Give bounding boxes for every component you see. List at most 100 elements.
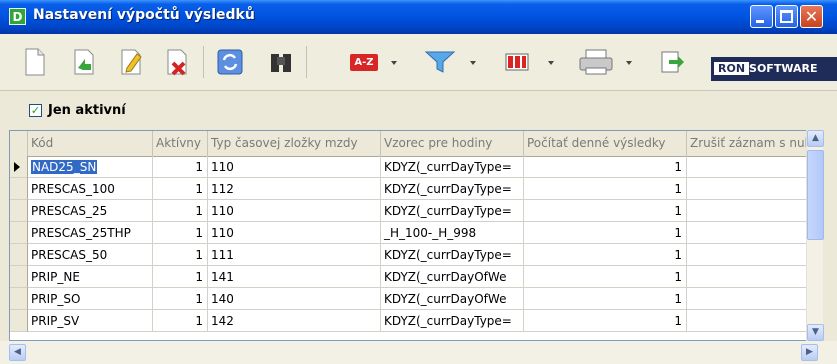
cell-typ[interactable]: 140 <box>208 288 381 310</box>
cell-pocitat[interactable]: 1 <box>524 266 687 288</box>
cell-aktivny[interactable]: 1 <box>153 178 208 200</box>
refresh-button[interactable] <box>213 44 247 80</box>
table-row[interactable]: PRIP_NE 1 141 KDYZ(_currDayOfWe 1 <box>10 266 816 288</box>
cell-zrusit[interactable] <box>687 200 816 222</box>
edit-button[interactable] <box>117 44 147 80</box>
cell-zrusit[interactable] <box>687 310 816 332</box>
cell-kod[interactable]: PRESCAS_25 <box>28 200 153 222</box>
cell-kod[interactable]: PRIP_SO <box>28 288 153 310</box>
export-button[interactable] <box>656 44 686 80</box>
cell-pocitat[interactable]: 1 <box>524 200 687 222</box>
columns-dropdown-arrow[interactable] <box>548 61 554 65</box>
cell-zrusit[interactable] <box>687 178 816 200</box>
cell-aktivny[interactable]: 1 <box>153 266 208 288</box>
table-row[interactable]: PRESCAS_50 1 111 KDYZ(_currDayType= 1 <box>10 244 816 266</box>
table-row[interactable]: PRESCAS_25 1 110 KDYZ(_currDayType= 1 <box>10 200 816 222</box>
scroll-left-button[interactable]: ◀ <box>9 344 26 361</box>
current-row-arrow-icon <box>14 162 20 172</box>
column-header-pocitat[interactable]: Počítať denné výsledky <box>524 131 687 156</box>
cell-typ[interactable]: 110 <box>208 222 381 244</box>
cell-vzorec[interactable]: KDYZ(_currDayOfWe <box>381 288 524 310</box>
delete-button[interactable] <box>163 44 193 80</box>
column-header-zrusit[interactable]: Zrušiť záznam s nul <box>687 131 816 156</box>
cell-kod[interactable]: PRESCAS_100 <box>28 178 153 200</box>
scroll-down-button[interactable]: ▼ <box>807 324 824 341</box>
find-button[interactable] <box>264 44 298 80</box>
print-button[interactable] <box>574 44 618 80</box>
scroll-up-button[interactable]: ▲ <box>807 130 824 147</box>
table-row[interactable]: PRIP_SO 1 140 KDYZ(_currDayOfWe 1 <box>10 288 816 310</box>
cell-aktivny[interactable]: 1 <box>153 200 208 222</box>
cell-zrusit[interactable] <box>687 288 816 310</box>
cell-vzorec[interactable]: KDYZ(_currDayType= <box>381 310 524 332</box>
cell-kod[interactable]: PRIP_SV <box>28 310 153 332</box>
active-only-checkbox[interactable]: ✓ <box>29 104 42 117</box>
active-only-label[interactable]: Jen aktivní <box>48 103 126 118</box>
cell-aktivny[interactable]: 1 <box>153 244 208 266</box>
cell-kod[interactable]: PRESCAS_25THP <box>28 222 153 244</box>
cell-typ[interactable]: 112 <box>208 178 381 200</box>
row-indicator <box>10 266 28 288</box>
cell-aktivny[interactable]: 1 <box>153 288 208 310</box>
cell-zrusit[interactable] <box>687 244 816 266</box>
cell-vzorec[interactable]: KDYZ(_currDayType= <box>381 200 524 222</box>
cell-kod[interactable]: PRESCAS_50 <box>28 244 153 266</box>
cell-pocitat[interactable]: 1 <box>524 310 687 332</box>
new-button[interactable] <box>22 44 48 80</box>
cell-zrusit[interactable] <box>687 156 816 178</box>
scroll-thumb[interactable] <box>807 150 824 240</box>
cell-vzorec[interactable]: KDYZ(_currDayType= <box>381 244 524 266</box>
cell-vzorec[interactable]: KDYZ(_currDayType= <box>381 178 524 200</box>
cell-pocitat[interactable]: 1 <box>524 156 687 178</box>
cell-aktivny[interactable]: 1 <box>153 156 208 178</box>
sort-dropdown-arrow[interactable] <box>391 61 397 65</box>
cell-pocitat[interactable]: 1 <box>524 244 687 266</box>
cell-typ[interactable]: 142 <box>208 310 381 332</box>
cell-pocitat[interactable]: 1 <box>524 178 687 200</box>
cell-pocitat[interactable]: 1 <box>524 288 687 310</box>
vertical-scrollbar[interactable]: ▲ ▼ <box>806 130 824 341</box>
main-window: D Nastavení výpočtů výsledků ✕ A-Z RON S… <box>0 0 837 364</box>
table-row[interactable]: PRESCAS_25THP 1 110 _H_100-_H_998 1 <box>10 222 816 244</box>
column-header-kod[interactable]: Kód <box>28 131 153 156</box>
filter-dropdown-arrow[interactable] <box>470 61 476 65</box>
minimize-button[interactable] <box>750 5 773 28</box>
copy-record-icon <box>74 49 94 75</box>
new-document-icon <box>25 48 45 76</box>
cell-zrusit[interactable] <box>687 266 816 288</box>
scroll-right-button[interactable]: ▶ <box>801 344 818 361</box>
cell-typ[interactable]: 141 <box>208 266 381 288</box>
close-button[interactable]: ✕ <box>800 5 823 28</box>
cell-aktivny[interactable]: 1 <box>153 222 208 244</box>
cell-vzorec[interactable]: KDYZ(_currDayOfWe <box>381 266 524 288</box>
maximize-button[interactable] <box>775 5 798 28</box>
columns-button[interactable] <box>500 44 534 80</box>
column-header-typ[interactable]: Typ časovej zložky mzdy <box>208 131 381 156</box>
cell-typ[interactable]: 110 <box>208 156 381 178</box>
print-dropdown-arrow[interactable] <box>626 61 632 65</box>
horizontal-scrollbar[interactable]: ◀ ▶ <box>0 341 837 364</box>
column-header-vzorec[interactable]: Vzorec pre hodiny <box>381 131 524 156</box>
title-bar[interactable]: D Nastavení výpočtů výsledků ✕ <box>0 0 837 34</box>
cell-kod[interactable]: NAD25_SN <box>28 156 153 178</box>
cell-kod[interactable]: PRIP_NE <box>28 266 153 288</box>
table-row[interactable]: PRIP_SV 1 142 KDYZ(_currDayType= 1 <box>10 310 816 332</box>
copy-record-button[interactable] <box>70 44 100 80</box>
sort-button[interactable]: A-Z <box>343 44 385 80</box>
cell-vzorec[interactable]: _H_100-_H_998 <box>381 222 524 244</box>
column-header-aktivny[interactable]: Aktívny <box>153 131 208 156</box>
data-grid: Kód Aktívny Typ časovej zložky mzdy Vzor… <box>9 130 817 341</box>
cell-aktivny[interactable]: 1 <box>153 310 208 332</box>
table-row[interactable]: PRESCAS_100 1 112 KDYZ(_currDayType= 1 <box>10 178 816 200</box>
grid-header: Kód Aktívny Typ časovej zložky mzdy Vzor… <box>10 131 816 157</box>
cell-zrusit[interactable] <box>687 222 816 244</box>
cell-pocitat[interactable]: 1 <box>524 222 687 244</box>
cell-typ[interactable]: 111 <box>208 244 381 266</box>
filter-icon <box>424 51 456 73</box>
toolbar-separator <box>203 46 204 78</box>
cell-vzorec[interactable]: KDYZ(_currDayType= <box>381 156 524 178</box>
filter-button[interactable] <box>420 44 460 80</box>
minimize-icon <box>756 20 764 23</box>
cell-typ[interactable]: 110 <box>208 200 381 222</box>
table-row[interactable]: NAD25_SN 1 110 KDYZ(_currDayType= 1 <box>10 156 816 178</box>
